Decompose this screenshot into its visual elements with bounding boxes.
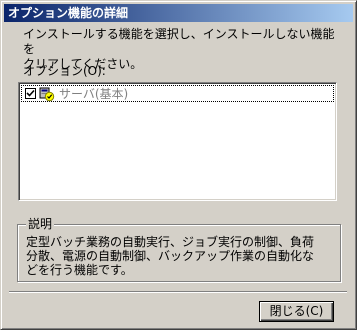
window-title: オプション機能の詳細 — [8, 6, 129, 20]
server-basic-checkbox[interactable] — [25, 88, 36, 99]
description-group-label: 説明 — [26, 217, 55, 231]
options-listbox[interactable]: サーバ(基本) — [18, 82, 337, 201]
checkmark-icon — [26, 89, 35, 97]
description-text: 定型バッチ業務の自動実行、ジョブ実行の制御、負荷 分散、電源の自動制御、バックア… — [26, 235, 315, 277]
title-bar[interactable]: オプション機能の詳細 — [4, 4, 353, 22]
description-group: 説明 定型バッチ業務の自動実行、ジョブ実行の制御、負荷 分散、電源の自動制御、バ… — [17, 217, 341, 282]
list-item-server-basic[interactable]: サーバ(基本) — [21, 85, 334, 102]
options-label: オプション(O): — [23, 64, 106, 78]
server-component-icon — [39, 87, 55, 101]
server-basic-label: サーバ(基本) — [59, 87, 129, 101]
close-button[interactable]: 閉じる(C) — [259, 301, 334, 322]
options-dialog: オプション機能の詳細 インストールする機能を選択し、インストールしない機能を ク… — [0, 0, 357, 330]
separator — [9, 291, 347, 293]
